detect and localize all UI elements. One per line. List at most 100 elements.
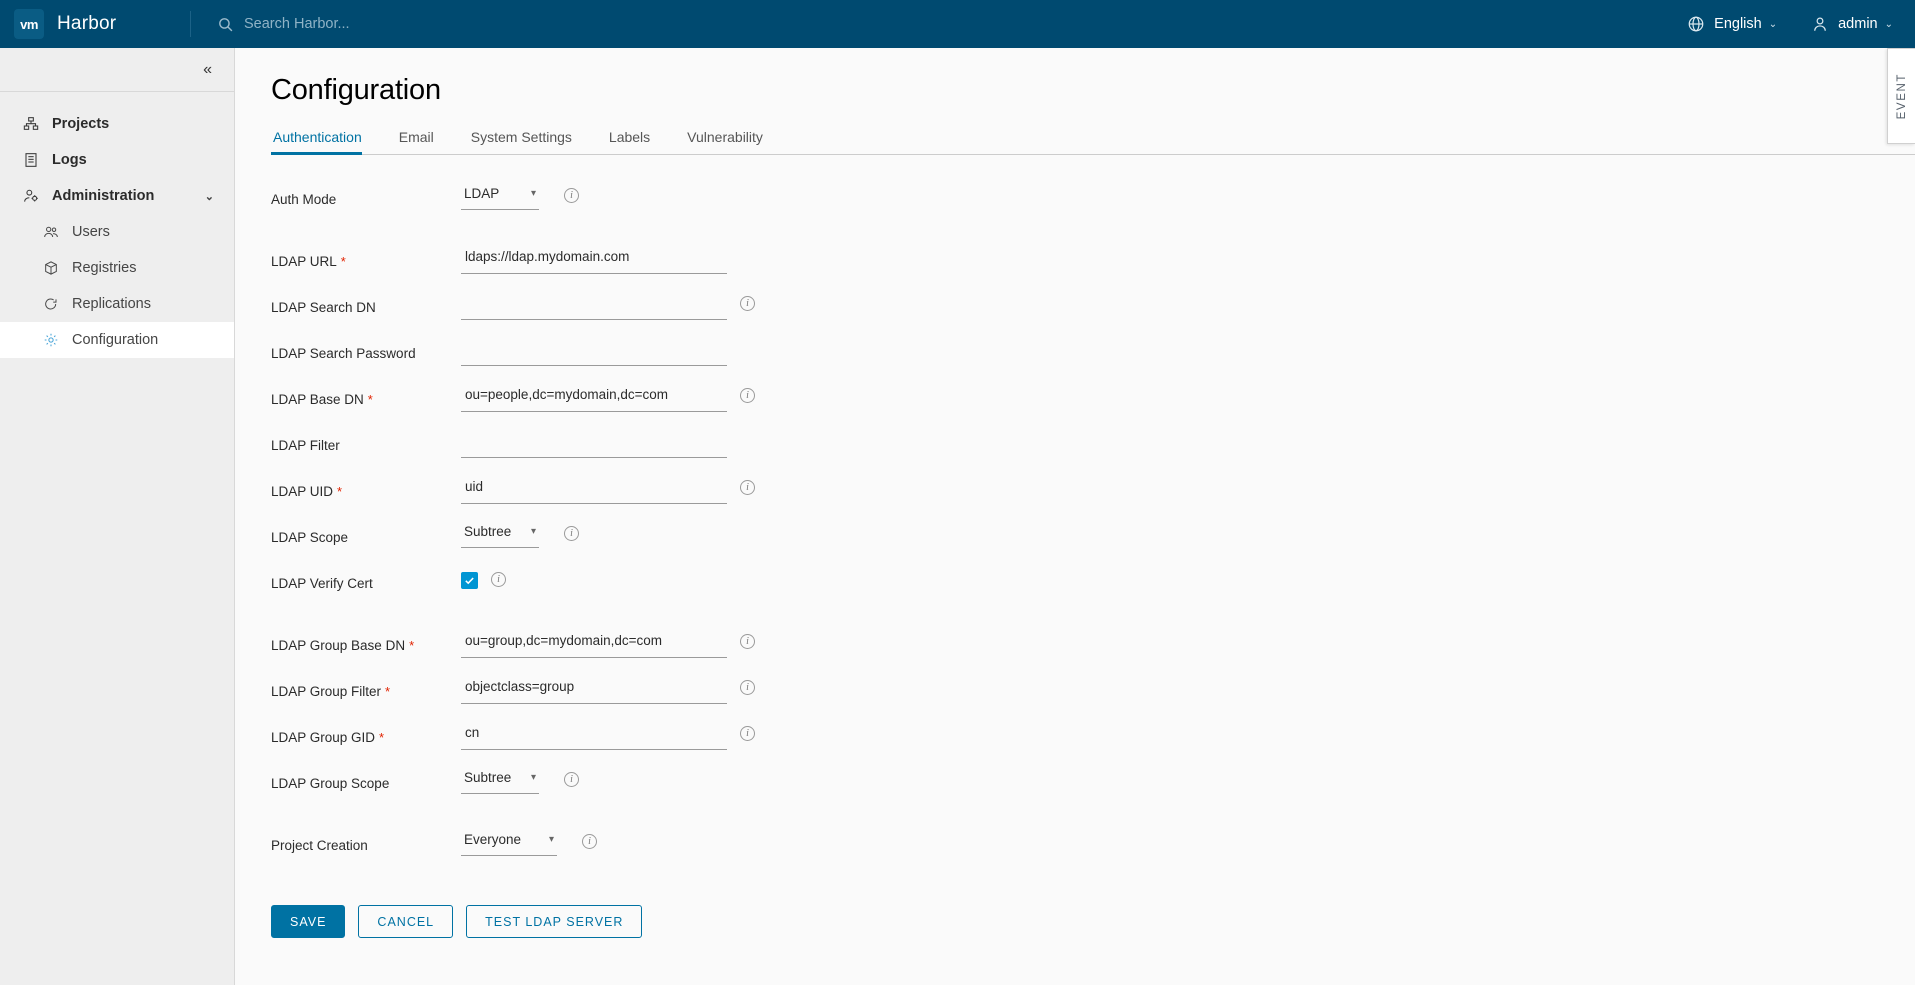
search-input[interactable] [244,16,524,32]
ldap-group-scope-select[interactable]: Subtree [461,765,539,794]
auth-mode-select[interactable]: LDAP [461,181,539,210]
sidebar-item-administration[interactable]: Administration ⌄ [0,178,234,214]
field-row-ldap-url: LDAP URL * [271,243,1915,283]
tab-email[interactable]: Email [397,123,447,154]
sidebar-item-configuration[interactable]: Configuration [0,322,234,358]
ldap-uid-info-icon[interactable]: i [740,480,755,495]
sidebar-item-label: Projects [52,116,110,132]
sidebar-item-label: Logs [52,152,87,168]
save-button[interactable]: SAVE [271,905,346,938]
ldap-uid-input[interactable] [461,473,727,504]
ldap-group-scope-info-icon[interactable]: i [564,772,579,787]
tab-authentication[interactable]: Authentication [271,123,375,155]
ldap-group-gid-label: LDAP Group GID * [271,719,461,746]
ldap-search-password-control [461,335,727,366]
field-row-ldap-group-scope: LDAP Group Scope Subtree ▾ i [271,765,1915,805]
ldap-verify-cert-info-icon[interactable]: i [491,572,506,587]
ldap-search-dn-info-icon[interactable]: i [740,296,755,311]
project-creation-label: Project Creation [271,838,368,853]
ldap-scope-select-wrap: Subtree ▾ [461,519,539,548]
brand-area[interactable]: vm Harbor [0,9,190,39]
language-label: English [1714,16,1762,32]
ldap-group-filter-input[interactable] [461,673,727,704]
ldap-group-filter-info-icon[interactable]: i [740,680,755,695]
harbor-configuration-page: vm Harbor English [0,0,1915,985]
ldap-base-dn-input[interactable] [461,381,727,412]
sidebar-item-registries[interactable]: Registries [0,250,234,286]
project-creation-control: Everyone ▾ i [461,827,597,856]
ldap-verify-cert-checkbox[interactable] [461,572,478,589]
field-row-ldap-base-dn: LDAP Base DN* i [271,381,1915,421]
ldap-url-input[interactable] [461,243,727,274]
ldap-base-dn-label: LDAP Base DN * [271,381,461,408]
auth-mode-label: Auth Mode [271,192,337,207]
required-marker: * [409,638,415,653]
brand-title: Harbor [57,13,117,34]
ldap-search-dn-label: LDAP Search DN [271,300,376,315]
ldap-scope-select[interactable]: Subtree [461,519,539,548]
ldap-group-base-dn-label-text: LDAP Group Base DN [271,638,406,653]
sidebar-item-logs[interactable]: Logs [0,142,234,178]
ldap-group-gid-label-text: LDAP Group GID [271,730,376,745]
auth-mode-info-icon[interactable]: i [564,188,579,203]
ldap-url-label: LDAP URL * [271,243,461,270]
ldap-uid-label: LDAP UID * [271,473,461,500]
ldap-search-password-input[interactable] [461,335,727,366]
ldap-group-scope-label: LDAP Group Scope [271,776,390,791]
authentication-form: Auth Mode LDAP ▾ i LDAP URL * ldaps://ld… [235,155,1915,867]
language-selector[interactable]: English ⌄ [1687,15,1777,33]
tab-system-settings[interactable]: System Settings [469,123,585,154]
logs-icon [22,151,40,169]
field-row-ldap-search-password: LDAP Search Password [271,335,1915,375]
project-creation-select[interactable]: Everyone [461,827,557,856]
field-row-project-creation: Project Creation Everyone ▾ i [271,827,1915,867]
sidebar-item-users[interactable]: Users [0,214,234,250]
user-icon [1811,15,1829,33]
sidebar-collapse-button[interactable]: « [0,48,234,92]
vmware-logo-icon: vm [14,9,44,39]
ldap-filter-control [461,427,727,458]
ldap-url-label-text: LDAP URL [271,254,337,269]
field-row-ldap-filter: LDAP Filter [271,427,1915,467]
projects-icon [22,115,40,133]
ldap-base-dn-info-icon[interactable]: i [740,388,755,403]
tab-vulnerability[interactable]: Vulnerability [685,123,776,154]
ldap-verify-cert-label: LDAP Verify Cert [271,576,373,591]
ldap-search-dn-input[interactable] [461,289,727,320]
ldap-filter-label: LDAP Filter [271,438,340,453]
check-icon [465,577,474,585]
field-row-ldap-uid: LDAP UID* i [271,473,1915,513]
cancel-button[interactable]: CANCEL [358,905,454,938]
tab-labels[interactable]: Labels [607,123,663,154]
globe-icon [1687,15,1705,33]
ldap-group-gid-input[interactable] [461,719,727,750]
main-content: Configuration Authentication Email Syste… [235,48,1915,985]
ldap-scope-control: Subtree ▾ i [461,519,579,548]
sidebar-item-replications[interactable]: Replications [0,286,234,322]
ldap-uid-control: i [461,473,755,504]
form-action-buttons: SAVE CANCEL TEST LDAP SERVER [271,905,1915,938]
header-divider [190,11,191,37]
configuration-gear-icon [42,331,60,349]
user-label: admin [1838,16,1878,32]
ldap-verify-cert-control: i [461,565,506,589]
ldap-group-gid-info-icon[interactable]: i [740,726,755,741]
chevron-down-icon: ⌄ [204,190,214,203]
event-panel-tab[interactable]: EVENT [1887,48,1915,144]
sidebar-nav: « Projects Logs Administration ⌄ Users R… [0,48,235,985]
auth-mode-select-wrap: LDAP ▾ [461,181,539,210]
search-area[interactable] [217,16,524,33]
user-menu[interactable]: admin ⌄ [1811,15,1893,33]
ldap-filter-input[interactable] [461,427,727,458]
project-creation-info-icon[interactable]: i [582,834,597,849]
ldap-scope-info-icon[interactable]: i [564,526,579,541]
test-ldap-server-button[interactable]: TEST LDAP SERVER [466,905,643,938]
required-marker: * [379,730,385,745]
top-header-bar: vm Harbor English [0,0,1915,48]
chevron-down-icon: ⌄ [1768,18,1778,30]
ldap-group-base-dn-input[interactable] [461,627,727,658]
ldap-group-base-dn-info-icon[interactable]: i [740,634,755,649]
search-icon [217,16,234,33]
field-row-ldap-group-base-dn: LDAP Group Base DN* i [271,627,1915,667]
sidebar-item-projects[interactable]: Projects [0,106,234,142]
